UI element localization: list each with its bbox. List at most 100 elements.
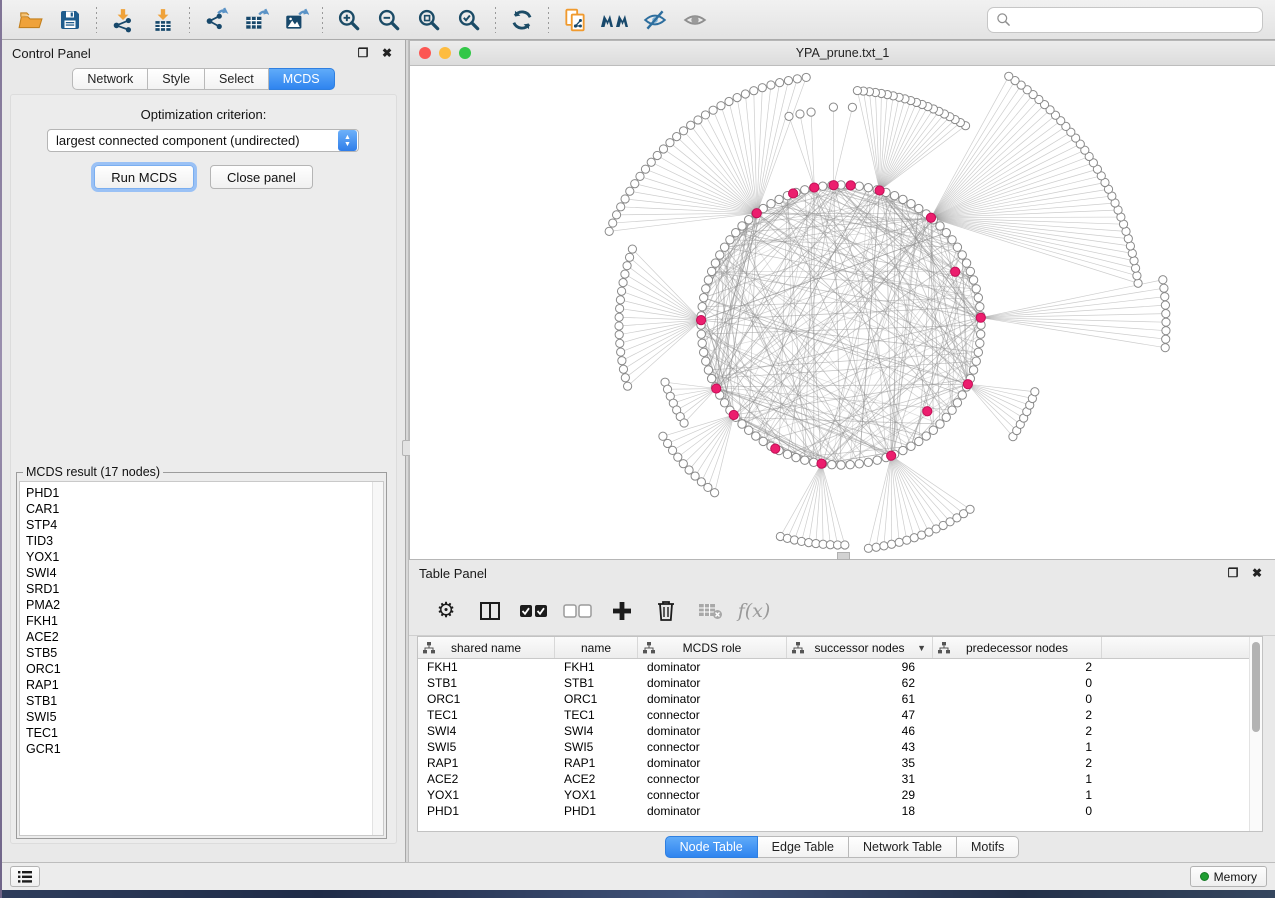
network-node[interactable] bbox=[1162, 310, 1170, 318]
network-node[interactable] bbox=[864, 544, 872, 552]
network-node[interactable] bbox=[966, 267, 974, 275]
network-node[interactable] bbox=[864, 458, 872, 466]
network-node[interactable] bbox=[958, 391, 966, 399]
show-columns-button[interactable] bbox=[473, 594, 507, 628]
network-node[interactable] bbox=[948, 406, 956, 414]
zoom-in-button[interactable] bbox=[329, 4, 369, 36]
network-node[interactable] bbox=[942, 413, 950, 421]
network-node[interactable] bbox=[1160, 284, 1168, 292]
network-node[interactable] bbox=[977, 330, 985, 338]
network-node[interactable] bbox=[623, 382, 631, 390]
network-node[interactable] bbox=[744, 216, 752, 224]
network-node[interactable] bbox=[707, 267, 715, 275]
col-header-shared-name[interactable]: shared name bbox=[418, 637, 555, 658]
network-node[interactable] bbox=[698, 339, 706, 347]
list-item[interactable]: PMA2 bbox=[26, 597, 377, 613]
network-node[interactable] bbox=[618, 357, 626, 365]
network-node[interactable] bbox=[717, 102, 725, 110]
zoom-fit-button[interactable] bbox=[409, 4, 449, 36]
mcds-list-scrollbar[interactable] bbox=[372, 482, 383, 835]
network-node-dominator[interactable] bbox=[923, 407, 932, 416]
col-header-mcds-role[interactable]: MCDS role bbox=[638, 637, 787, 658]
network-node[interactable] bbox=[653, 151, 661, 159]
network-node[interactable] bbox=[697, 330, 705, 338]
node-layer[interactable] bbox=[605, 72, 1170, 552]
list-item[interactable]: TID3 bbox=[26, 533, 377, 549]
network-node-dominator[interactable] bbox=[696, 316, 705, 325]
table-row[interactable]: SWI5SWI5connector431 bbox=[418, 739, 1262, 755]
network-node[interactable] bbox=[711, 259, 719, 267]
network-node[interactable] bbox=[873, 456, 881, 464]
col-header-successor-nodes[interactable]: successor nodes ▼ bbox=[787, 637, 933, 658]
network-node[interactable] bbox=[915, 437, 923, 445]
network-node[interactable] bbox=[659, 145, 667, 153]
vertical-splitter[interactable] bbox=[405, 40, 409, 862]
network-node[interactable] bbox=[750, 87, 758, 95]
zoom-out-button[interactable] bbox=[369, 4, 409, 36]
network-node[interactable] bbox=[615, 322, 623, 330]
create-column-button[interactable] bbox=[605, 594, 639, 628]
network-node[interactable] bbox=[720, 243, 728, 251]
network-node[interactable] bbox=[1162, 335, 1170, 343]
first-neighbors-button[interactable] bbox=[595, 4, 635, 36]
network-node[interactable] bbox=[828, 461, 836, 469]
network-node-dominator[interactable] bbox=[771, 444, 780, 453]
list-item[interactable]: STB5 bbox=[26, 645, 377, 661]
network-node[interactable] bbox=[1131, 264, 1139, 272]
network-node[interactable] bbox=[958, 251, 966, 259]
network-node[interactable] bbox=[890, 191, 898, 199]
import-table-button[interactable] bbox=[143, 4, 183, 36]
refresh-button[interactable] bbox=[502, 4, 542, 36]
network-node[interactable] bbox=[1162, 318, 1170, 326]
list-item[interactable]: RAP1 bbox=[26, 677, 377, 693]
network-node[interactable] bbox=[962, 259, 970, 267]
network-node[interactable] bbox=[738, 420, 746, 428]
network-node-dominator[interactable] bbox=[829, 181, 838, 190]
network-node[interactable] bbox=[895, 538, 903, 546]
network-node[interactable] bbox=[1161, 293, 1169, 301]
table-row[interactable]: ORC1ORC1dominator610 bbox=[418, 691, 1262, 707]
network-node[interactable] bbox=[617, 287, 625, 295]
list-item[interactable]: SWI5 bbox=[26, 709, 377, 725]
network-node[interactable] bbox=[972, 285, 980, 293]
network-node[interactable] bbox=[617, 203, 625, 211]
table-row[interactable]: ACE2ACE2connector311 bbox=[418, 771, 1262, 787]
network-node[interactable] bbox=[1159, 276, 1167, 284]
network-node-dominator[interactable] bbox=[817, 459, 826, 468]
network-node[interactable] bbox=[704, 276, 712, 284]
network-node[interactable] bbox=[880, 542, 888, 550]
network-node-dominator[interactable] bbox=[789, 189, 798, 198]
network-node[interactable] bbox=[776, 79, 784, 87]
network-node[interactable] bbox=[819, 182, 827, 190]
table-row[interactable]: YOX1YOX1connector291 bbox=[418, 787, 1262, 803]
network-node[interactable] bbox=[709, 106, 717, 114]
list-item[interactable]: STB1 bbox=[26, 693, 377, 709]
network-node[interactable] bbox=[841, 541, 849, 549]
network-node[interactable] bbox=[837, 461, 845, 469]
col-header-name[interactable]: name bbox=[555, 637, 638, 658]
network-node[interactable] bbox=[621, 374, 629, 382]
network-node[interactable] bbox=[976, 339, 984, 347]
memory-button[interactable]: Memory bbox=[1190, 866, 1267, 887]
network-node-dominator[interactable] bbox=[846, 181, 855, 190]
network-node[interactable] bbox=[1031, 388, 1039, 396]
network-node[interactable] bbox=[1133, 272, 1141, 280]
tab-network-table[interactable]: Network Table bbox=[849, 836, 957, 858]
network-node[interactable] bbox=[694, 116, 702, 124]
network-node[interactable] bbox=[759, 437, 767, 445]
network-node[interactable] bbox=[615, 331, 623, 339]
network-node[interactable] bbox=[701, 111, 709, 119]
list-item[interactable]: SRD1 bbox=[26, 581, 377, 597]
network-node[interactable] bbox=[1161, 301, 1169, 309]
table-row[interactable]: TEC1TEC1connector472 bbox=[418, 707, 1262, 723]
network-node[interactable] bbox=[758, 84, 766, 92]
network-node[interactable] bbox=[616, 296, 624, 304]
network-node[interactable] bbox=[673, 133, 681, 141]
close-panel-button-mcds[interactable]: Close panel bbox=[210, 165, 313, 189]
table-row[interactable]: RAP1RAP1dominator352 bbox=[418, 755, 1262, 771]
network-node[interactable] bbox=[942, 228, 950, 236]
network-node[interactable] bbox=[666, 139, 674, 147]
network-node[interactable] bbox=[616, 304, 624, 312]
tab-edge-table[interactable]: Edge Table bbox=[758, 836, 849, 858]
network-node[interactable] bbox=[853, 86, 861, 94]
